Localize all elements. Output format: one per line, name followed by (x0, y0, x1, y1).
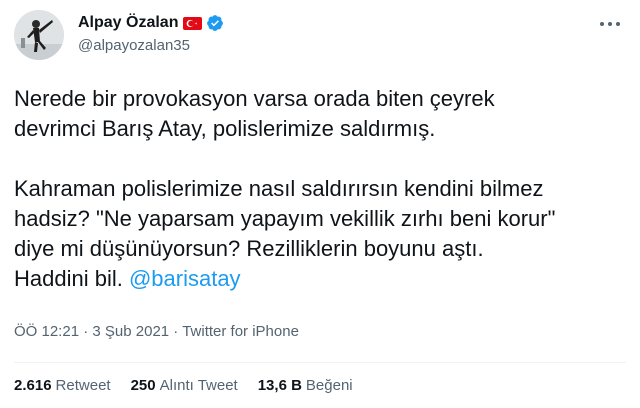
avatar-image (14, 10, 64, 60)
tweet-paragraph-1: Nerede bir provokasyon varsa orada biten… (14, 86, 495, 141)
turkey-flag-icon (183, 16, 203, 30)
more-options-icon[interactable] (597, 14, 623, 34)
tweet-paragraph-2-text: Kahraman polislerimize nasıl saldırırsın… (14, 176, 556, 291)
tweet-stats: 2.616 Retweet 250 Alıntı Tweet 13,6 B Beğen… (14, 377, 373, 394)
quotes-label: Alıntı Tweet (159, 377, 238, 394)
tweet-paragraph-2: Kahraman polislerimize nasıl saldırırsın… (14, 174, 626, 294)
likes-label: Beğeni (305, 377, 353, 394)
meta-separator: · (79, 323, 93, 340)
retweets-stat[interactable]: 2.616 Retweet (14, 377, 111, 394)
author-display-name[interactable]: Alpay Özalan (78, 14, 178, 32)
more-dot (616, 22, 620, 26)
divider (14, 362, 626, 363)
verified-badge-icon (206, 14, 224, 32)
likes-stat[interactable]: 13,6 B Beğeni (258, 377, 353, 394)
tweet-source[interactable]: Twitter for iPhone (182, 323, 299, 340)
retweets-label: Retweet (55, 377, 111, 394)
mention-link[interactable]: @barisatay (129, 266, 241, 291)
quotes-count: 250 (130, 377, 156, 394)
likes-count: 13,6 B (257, 377, 302, 394)
tweet-text: Nerede bir provokasyon varsa orada biten… (14, 84, 626, 294)
tweet-date[interactable]: 3 Şub 2021 (92, 323, 169, 340)
author-handle[interactable]: @alpayozalan35 (78, 37, 190, 54)
author-name-row[interactable]: Alpay Özalan (78, 14, 224, 32)
more-dot (608, 22, 612, 26)
more-dot (600, 22, 604, 26)
quotes-stat[interactable]: 250 Alıntı Tweet (131, 377, 238, 394)
tweet-card: Alpay Özalan @alpayozalan35 Nerede bir p… (0, 0, 640, 408)
meta-separator: · (169, 323, 183, 340)
retweets-count: 2.616 (14, 377, 52, 394)
tweet-time[interactable]: ÖÖ 12:21 (14, 323, 79, 340)
avatar[interactable] (14, 10, 64, 60)
tweet-meta: ÖÖ 12:21 · 3 Şub 2021 · Twitter for iPho… (14, 323, 299, 340)
